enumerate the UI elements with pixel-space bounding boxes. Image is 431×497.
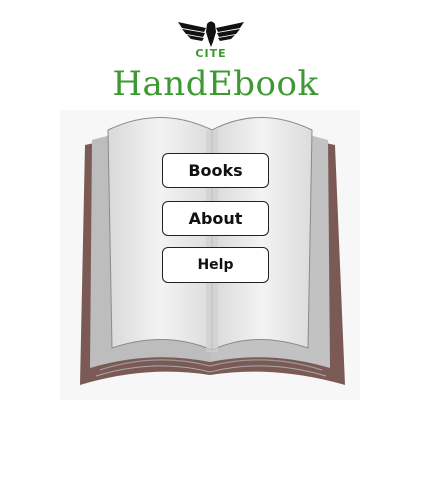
books-button[interactable]: Books bbox=[162, 153, 269, 188]
logo-text: CITE bbox=[195, 47, 227, 60]
help-button[interactable]: Help bbox=[162, 247, 269, 283]
about-button[interactable]: About bbox=[162, 201, 269, 236]
app-title: HandEbook bbox=[112, 64, 319, 104]
